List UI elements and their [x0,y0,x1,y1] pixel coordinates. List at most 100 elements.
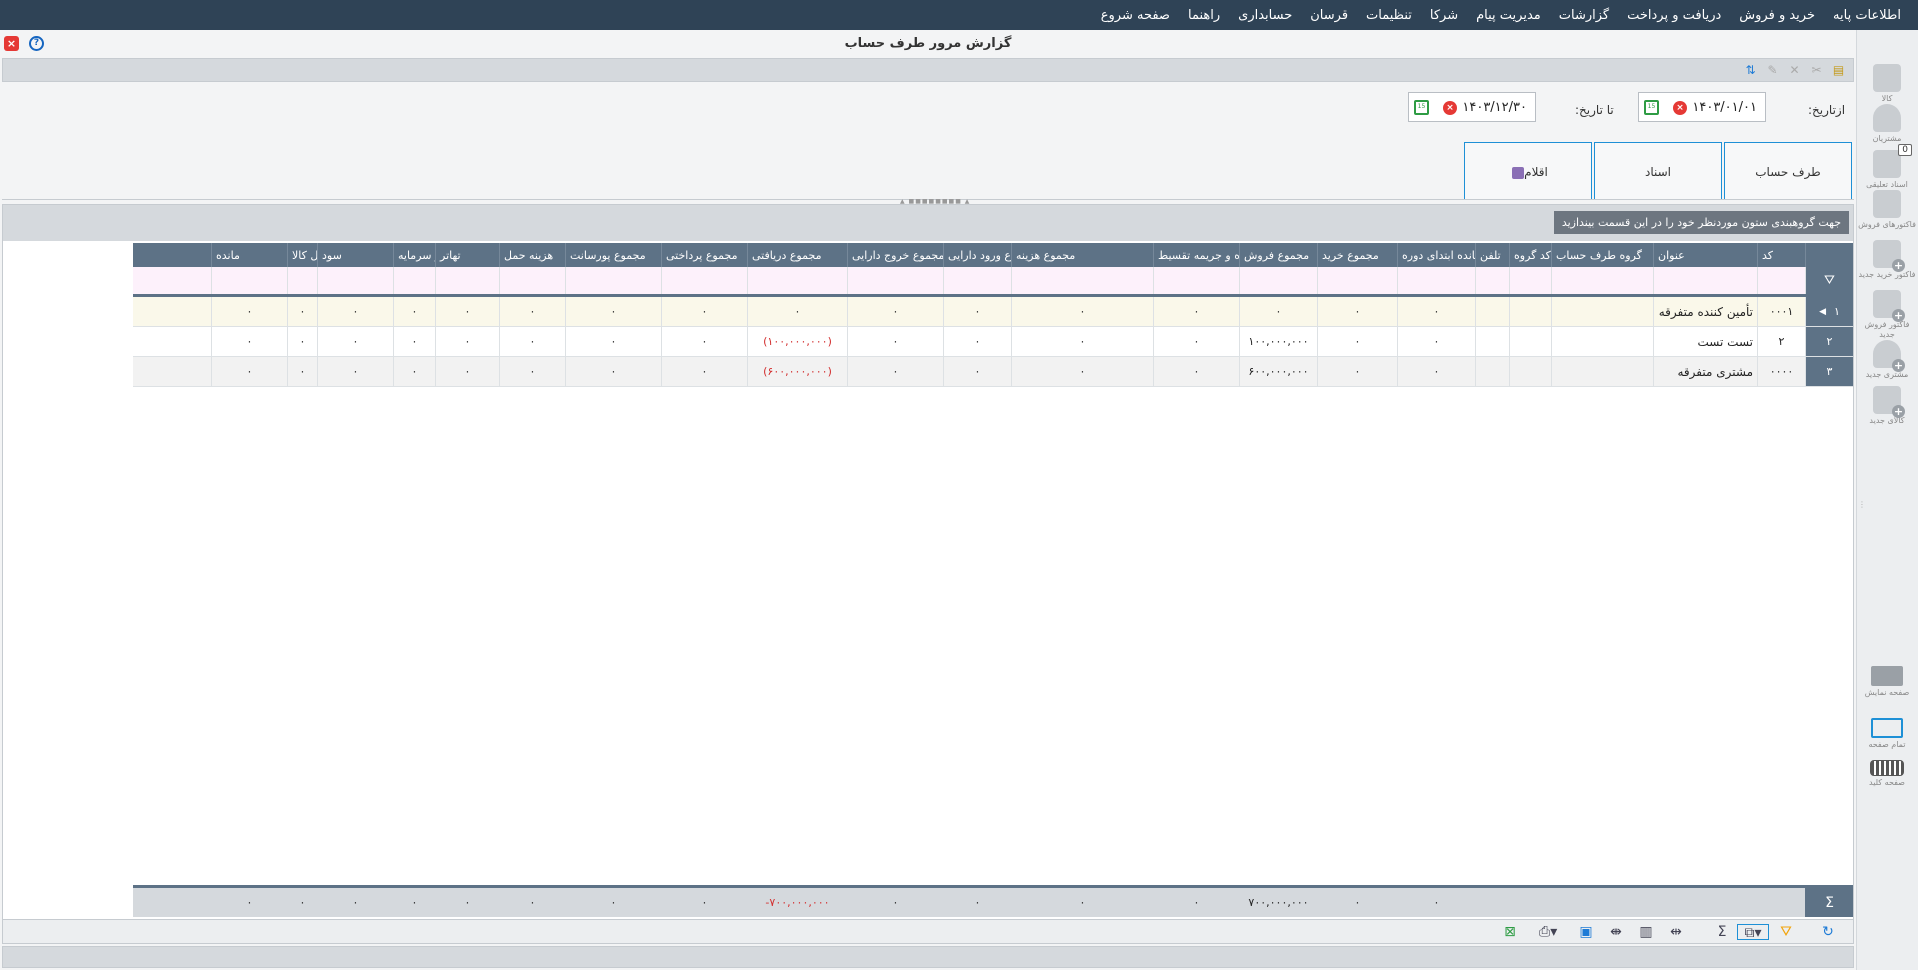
column-header-3[interactable]: کد گروه [1509,243,1551,267]
close-button[interactable]: × [4,36,19,51]
cell-16[interactable]: ۰ [435,357,499,386]
menu-item-4[interactable]: مدیریت پیام [1467,8,1550,23]
save-icon[interactable]: ▣ [1577,924,1595,940]
column-header-6[interactable]: مجموع خرید [1317,243,1397,267]
items-button[interactable]: اقلام [1464,142,1592,200]
column-header-4[interactable]: تلفن [1475,243,1509,267]
cell-19[interactable]: ۰ [287,327,317,356]
cell-4[interactable] [1475,297,1509,326]
sidebar-resize-grip[interactable]: ⋮ [1858,500,1866,570]
cell-18[interactable]: ۰ [317,357,393,386]
cell-1[interactable]: مشتری متفرقه [1653,357,1757,386]
column-header-15[interactable]: هزینه حمل [499,243,565,267]
cell-5[interactable]: ۰ [1397,297,1475,326]
cell-19[interactable]: ۰ [287,297,317,326]
row-indicator[interactable]: ۱ ◀ [1805,297,1853,326]
filter-cell-15[interactable] [499,267,565,294]
cell-13[interactable]: ۰ [661,327,747,356]
tools-icon[interactable]: ✕ [1787,63,1802,78]
sidebar-item-3[interactable]: فاکتورهای فروش [1856,190,1918,230]
column-header-14[interactable]: مجموع پورسانت [565,243,661,267]
column-header-18[interactable]: سود [317,243,393,267]
filter-cell-10[interactable] [943,267,1011,294]
cell-7[interactable]: ۱۰۰,۰۰۰,۰۰۰ [1239,327,1317,356]
from-date-clear-icon[interactable]: × [1673,101,1687,115]
menu-item-8[interactable]: حسابداری [1229,8,1301,23]
refresh-sync-icon[interactable]: ⇅ [1743,63,1758,78]
cell-18[interactable]: ۰ [317,327,393,356]
cell-13[interactable]: ۰ [661,357,747,386]
cell-9[interactable]: ۰ [1011,297,1153,326]
add-report-icon[interactable]: ▤ [1831,63,1846,78]
filter-cell-20[interactable] [211,267,287,294]
filter-cell-0[interactable] [1757,267,1805,294]
columns-icon[interactable]: ▥ [1637,924,1655,940]
cell-2[interactable] [1551,327,1653,356]
cell-0[interactable]: ۰۰۰۱ [1757,297,1805,326]
delete-icon[interactable]: ✂ [1809,63,1824,78]
column-header-13[interactable]: مجموع پرداختی [661,243,747,267]
filter-cell-19[interactable] [287,267,317,294]
cell-20[interactable]: ۰ [211,327,287,356]
cell-20[interactable]: ۰ [211,297,287,326]
column-header-1[interactable]: عنوان [1653,243,1757,267]
panel-splitter[interactable]: ▲ ■■■■■■■■ ▲ [2,198,1854,205]
cell-11[interactable]: ۰ [847,357,943,386]
sidebar-item-10[interactable]: صفحه کلید [1856,760,1918,788]
filter-cell-12[interactable] [747,267,847,294]
cell-3[interactable] [1509,327,1551,356]
sidebar-item-2[interactable]: 0 اسناد تعلیقی [1856,144,1918,190]
filter-icon[interactable]: ⛛ [1777,924,1795,940]
cell-9[interactable]: ۰ [1011,327,1153,356]
cell-8[interactable]: ۰ [1153,297,1239,326]
menu-item-10[interactable]: صفحه شروع [1092,8,1179,23]
sidebar-item-5[interactable]: فاکتور فروش جدید [1856,290,1918,340]
cell-20[interactable]: ۰ [211,357,287,386]
sidebar-item-7[interactable]: کالای جدید [1856,386,1918,426]
column-header-9[interactable]: مجموع هزینه [1011,243,1153,267]
column-header-19[interactable]: اجرت تبدیل کالا [287,243,317,267]
cell-11[interactable]: ۰ [847,327,943,356]
column-header-8[interactable]: مجموع بهره و جریمه تقسیط [1153,243,1239,267]
cell-7[interactable]: ۰ [1239,297,1317,326]
menu-item-1[interactable]: خرید و فروش [1730,8,1824,23]
column-chooser-icon[interactable]: ⧉▾ [1737,924,1769,941]
sidebar-item-1[interactable]: مشتریان [1856,104,1918,144]
cell-4[interactable] [1475,357,1509,386]
sidebar-item-9[interactable]: تمام صفحه [1856,718,1918,750]
menu-item-5[interactable]: شرکا [1421,8,1467,23]
column-header-2[interactable]: گروه طرف حساب [1551,243,1653,267]
filter-cell-16[interactable] [435,267,499,294]
table-row[interactable]: ۱ ◀ ۰۰۰۱ تأمین کننده متفرقه ۰ ۰ ۰ ۰ ۰ ۰ ۰ ۰ ۰ ۰ ۰ ۰ ۰ ۰ ۰ ۰ [133,297,1853,327]
from-date-field[interactable]: ۱۴۰۳/۰۱/۰۱ × 15 [1638,92,1766,122]
filter-cell-1[interactable] [1653,267,1757,294]
from-date-calendar-icon[interactable]: 15 [1644,100,1659,115]
cell-15[interactable]: ۰ [499,327,565,356]
to-date-calendar-icon[interactable]: 15 [1414,100,1429,115]
cell-5[interactable]: ۰ [1397,357,1475,386]
cell-10[interactable]: ۰ [943,327,1011,356]
cell-12[interactable]: (۶۰۰,۰۰۰,۰۰۰) [747,357,847,386]
menu-item-2[interactable]: دریافت و پرداخت [1618,8,1730,23]
filter-cell-14[interactable] [565,267,661,294]
column-header-16[interactable]: تهاتر [435,243,499,267]
cell-10[interactable]: ۰ [943,297,1011,326]
cell-5[interactable]: ۰ [1397,327,1475,356]
cell-2[interactable] [1551,357,1653,386]
cell-1[interactable]: تست تست [1653,327,1757,356]
refresh-icon[interactable]: ↻ [1819,924,1837,940]
cell-6[interactable]: ۰ [1317,357,1397,386]
sidebar-item-0[interactable]: کالا [1856,64,1918,104]
cell-9[interactable]: ۰ [1011,357,1153,386]
sidebar-item-4[interactable]: فاکتور خرید جدید [1856,240,1918,280]
edit-icon[interactable]: ✎ [1765,63,1780,78]
filter-cell-2[interactable] [1551,267,1653,294]
menu-item-0[interactable]: اطلاعات پایه [1824,8,1910,23]
filter-cell-4[interactable] [1475,267,1509,294]
column-header-12[interactable]: مجموع دریافتی [747,243,847,267]
cell-1[interactable]: تأمین کننده متفرقه [1653,297,1757,326]
cell-8[interactable]: ۰ [1153,357,1239,386]
sidebar-item-6[interactable]: مشتری جدید [1856,340,1918,380]
cell-19[interactable]: ۰ [287,357,317,386]
table-row[interactable]: ۳ ۰۰۰۰ مشتری متفرقه ۰ ۰ ۶۰۰,۰۰۰,۰۰۰ ۰ ۰ ۰ ۰ (۶۰۰,۰… [133,357,1853,387]
